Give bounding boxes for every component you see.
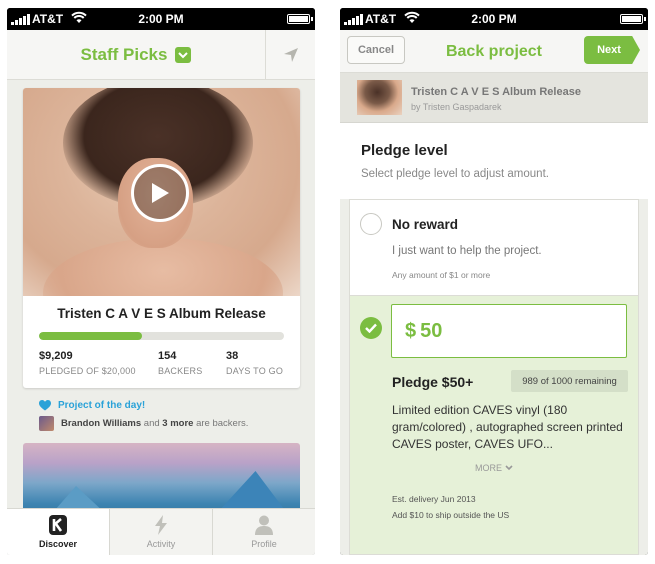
nav-bar: Staff Picks (7, 30, 315, 80)
currency-symbol: $ (405, 319, 417, 342)
project-header: Tristen C A V E S Album Release by Trist… (340, 73, 648, 123)
pledge-level-subheading: Select pledge level to adjust amount. (361, 168, 549, 180)
status-bar: AT&T 2:00 PM (7, 8, 315, 30)
stat-value: 38 (226, 350, 239, 362)
reward-description: Limited edition CAVES vinyl (180 gram/co… (392, 403, 623, 451)
discover-screen: Staff Picks Tristen C A V E S Album Rele… (7, 30, 315, 555)
kickstarter-k-icon (49, 515, 67, 535)
backers-line[interactable]: Brandon Williams and 3 more are backers. (39, 416, 248, 431)
play-button[interactable] (131, 164, 189, 222)
checkmark-icon[interactable] (360, 317, 382, 339)
stat-label: BACKERS (158, 366, 203, 376)
option-no-reward[interactable]: No reward I just want to help the projec… (350, 200, 638, 296)
tab-label: Profile (251, 539, 277, 549)
project-title: Tristen C A V E S Album Release (411, 86, 581, 98)
project-creator: by Tristen Gaspadarek (411, 102, 502, 112)
phone-back-project: AT&T 2:00 PM Cancel Back project Next Tr… (340, 8, 648, 555)
stat-label: PLEDGED OF $20,000 (39, 366, 136, 376)
more-link[interactable]: MORE (350, 463, 638, 473)
tab-profile[interactable]: Profile (212, 509, 315, 555)
project-stats: $9,209 PLEDGED OF $20,000 154 BACKERS 38… (39, 350, 284, 376)
person-icon (255, 515, 273, 535)
back-project-screen: Cancel Back project Next Tristen C A V E… (340, 30, 648, 555)
project-thumbnail (357, 80, 402, 115)
option-minimum: Any amount of $1 or more (392, 270, 491, 280)
funding-progress-bar (39, 332, 284, 340)
tab-label: Discover (38, 539, 78, 549)
stat-value: 154 (158, 350, 177, 362)
next-button[interactable]: Next (584, 36, 640, 64)
pledge-level-header: Pledge level Select pledge level to adju… (340, 123, 648, 199)
option-title: No reward (392, 217, 459, 232)
phone-discover: AT&T 2:00 PM Staff Picks Tristen C A V E… (7, 8, 315, 555)
status-bar: AT&T 2:00 PM (340, 8, 648, 30)
project-title: Tristen C A V E S Album Release (57, 306, 266, 321)
app-store-screenshots: AT&T 2:00 PM Staff Picks Tristen C A V E… (0, 0, 655, 564)
stat-value: $9,209 (39, 350, 73, 362)
play-icon (152, 183, 169, 203)
staff-picks-dropdown[interactable]: Staff Picks (7, 30, 265, 80)
project-image (23, 88, 300, 296)
chevron-down-icon (505, 465, 513, 471)
shipping-note: Add $10 to ship outside the US (392, 510, 510, 520)
option-pledge-50[interactable]: $ 50 Pledge $50+ 989 of 1000 remaining L… (350, 296, 638, 554)
battery-icon (620, 14, 646, 24)
backers-mid: and (143, 418, 160, 429)
stat-backers: 154 BACKERS (158, 350, 226, 376)
more-label: MORE (475, 463, 502, 473)
status-time: 2:00 PM (138, 12, 184, 26)
tab-discover[interactable]: Discover (7, 509, 109, 555)
avatar (39, 416, 54, 431)
pledge-amount-input[interactable]: $ 50 (391, 304, 627, 358)
backers-more: 3 more (162, 418, 194, 429)
radio-unselected-icon[interactable] (360, 213, 382, 235)
battery-icon (287, 14, 313, 24)
tab-label: Activity (146, 539, 176, 549)
funding-progress-fill (39, 332, 142, 340)
location-arrow-icon (283, 48, 298, 62)
pledge-level-heading: Pledge level (361, 142, 448, 159)
stat-label: DAYS TO GO (226, 366, 284, 376)
reward-title: Pledge $50+ (392, 374, 474, 390)
nav-title: Staff Picks (80, 45, 168, 64)
backer-name: Brandon Williams (61, 418, 142, 429)
remaining-badge: 989 of 1000 remaining (511, 370, 628, 392)
pledge-amount-value: 50 (420, 319, 443, 342)
lightning-icon (155, 515, 167, 535)
nav-bar: Cancel Back project Next (340, 30, 648, 73)
project-card[interactable]: Tristen C A V E S Album Release $9,209 P… (23, 88, 300, 388)
option-description: I just want to help the project. (392, 245, 542, 257)
heart-icon (39, 400, 51, 411)
cancel-button[interactable]: Cancel (347, 36, 405, 64)
project-of-day-label: Project of the day! (58, 400, 146, 411)
status-time: 2:00 PM (471, 12, 517, 26)
backers-tail: are backers. (196, 418, 249, 429)
location-button[interactable] (265, 30, 315, 80)
stat-days: 38 DAYS TO GO (226, 350, 283, 376)
stat-pledged: $9,209 PLEDGED OF $20,000 (39, 350, 158, 376)
project-of-day: Project of the day! (39, 400, 145, 411)
dropdown-chevron-icon (175, 47, 192, 63)
tab-bar: Discover Activity Profile (7, 508, 315, 555)
pledge-options: No reward I just want to help the projec… (349, 199, 639, 555)
estimated-delivery: Est. delivery Jun 2013 (392, 494, 476, 504)
tab-activity[interactable]: Activity (109, 509, 212, 555)
